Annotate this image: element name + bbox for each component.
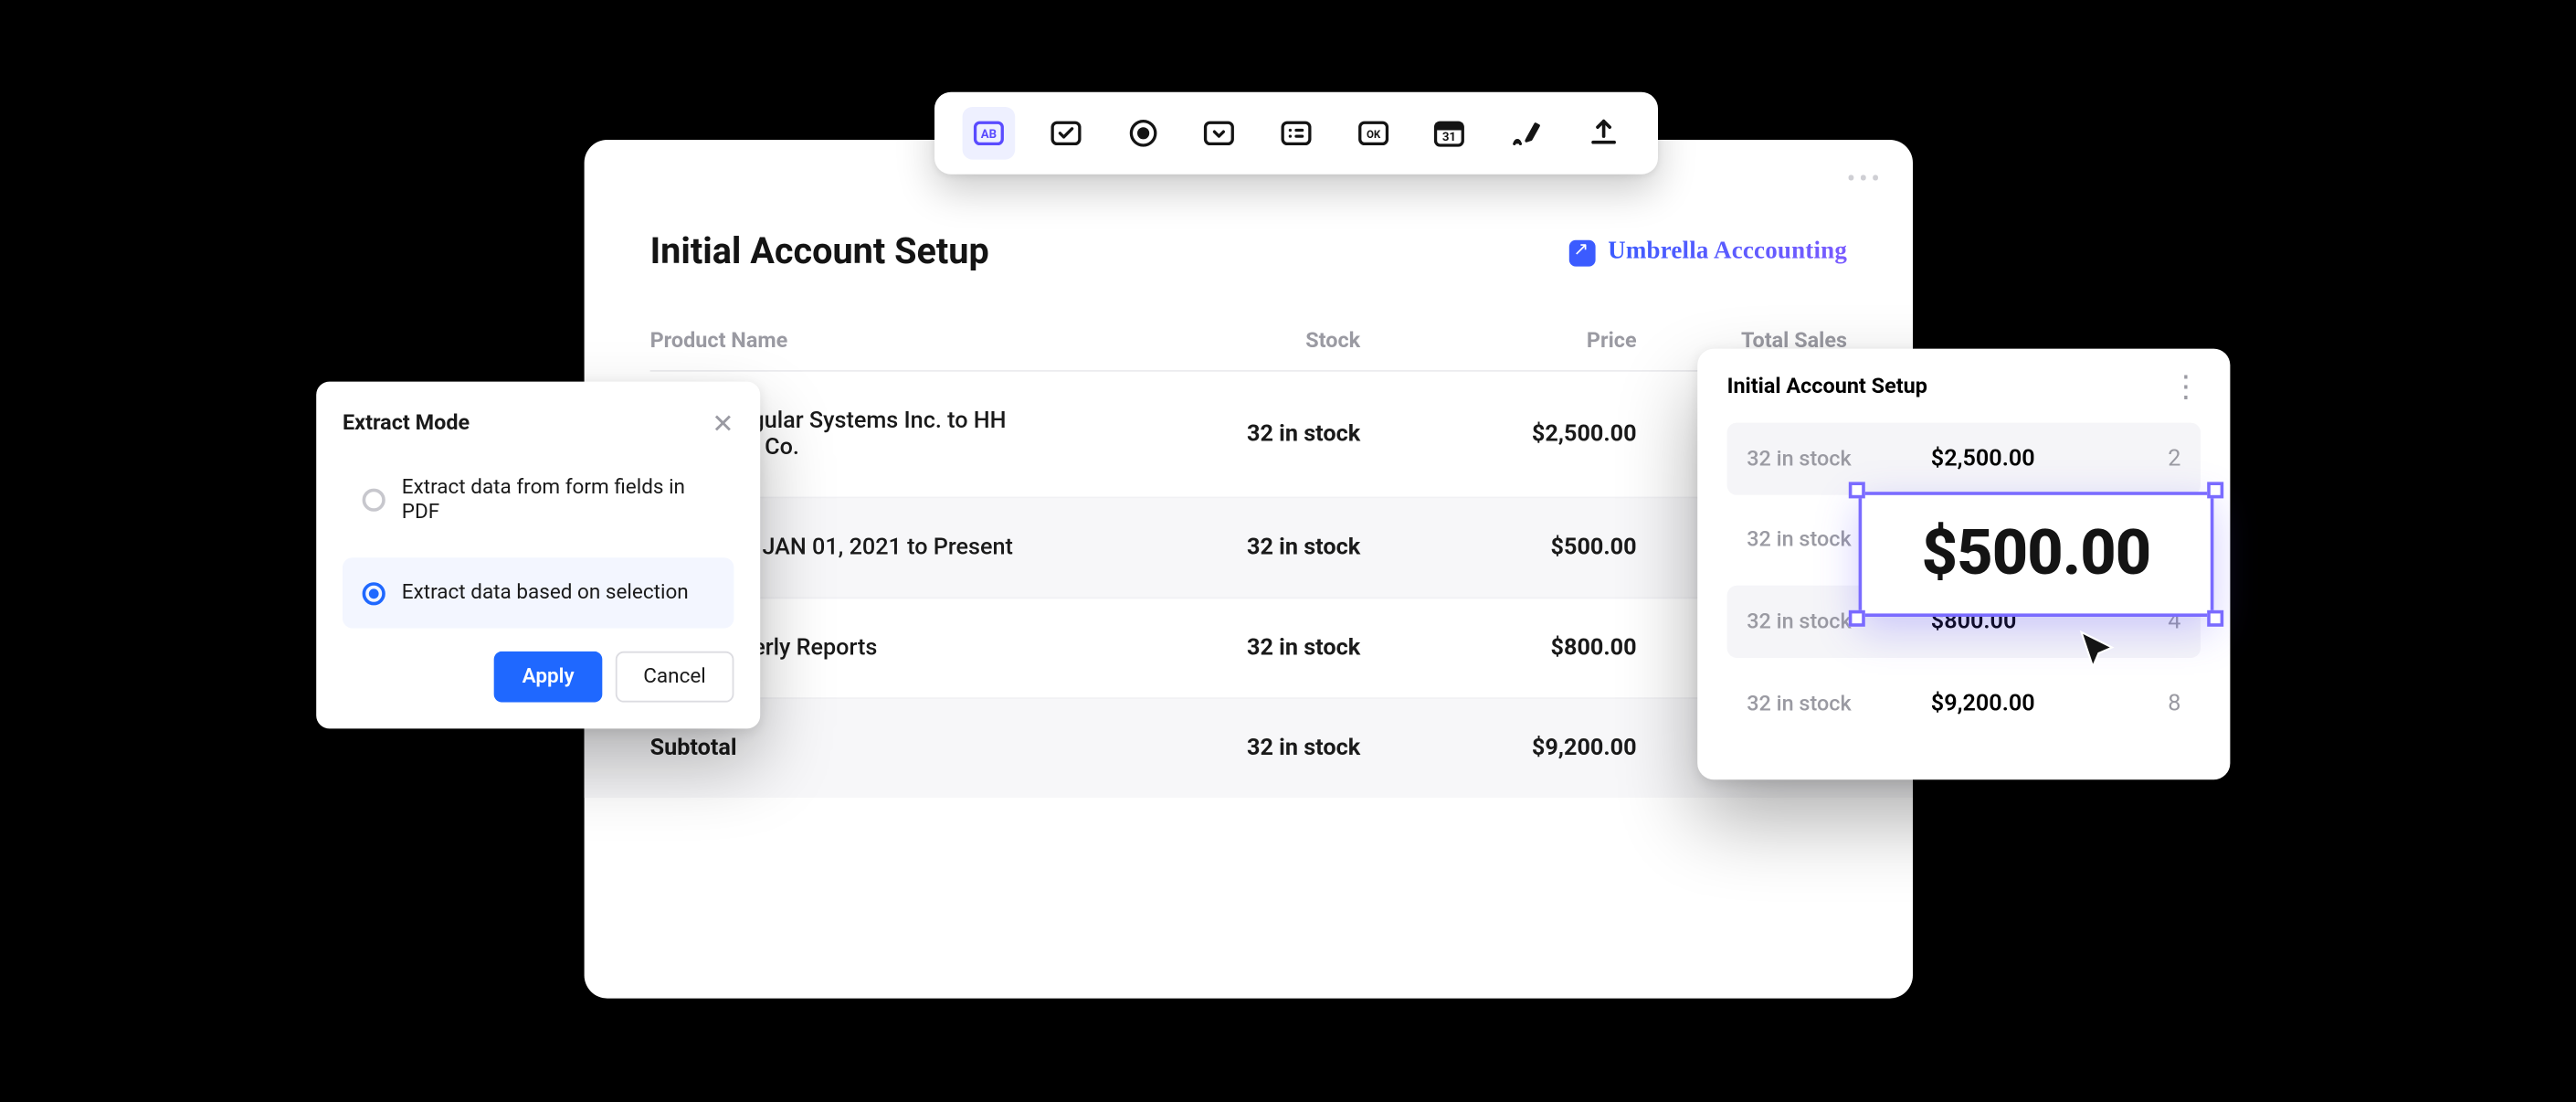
text-field-tool[interactable]: AB <box>963 107 1016 160</box>
radio-icon <box>363 581 385 604</box>
panel-title: Initial Account Setup <box>1727 375 1927 399</box>
preview-count: 4 <box>2115 609 2180 635</box>
col-stock: Stock <box>1130 329 1360 354</box>
table-row: n from Angular Systems Inc. to HH Wellin… <box>650 372 1847 499</box>
cell-stock: 32 in stock <box>1130 535 1360 561</box>
option-label: Extract data from form fields in PDF <box>402 475 714 525</box>
brand-icon <box>1568 239 1595 266</box>
option-label: Extract data based on selection <box>402 580 689 605</box>
upload-tool[interactable] <box>1577 107 1630 160</box>
button-tool[interactable]: OK <box>1346 107 1399 160</box>
subtotal-label: Subtotal <box>650 736 1117 762</box>
preview-price: $800.00 <box>1931 609 2116 635</box>
signature-tool[interactable] <box>1500 107 1553 160</box>
cell-price: $2,500.00 <box>1374 421 1637 448</box>
svg-text:AB: AB <box>981 128 997 142</box>
radio-tool[interactable] <box>1116 107 1169 160</box>
cell-stock: 32 in stock <box>1130 635 1360 662</box>
checkbox-tool[interactable] <box>1040 107 1093 160</box>
table-header: Product Name Stock Price Total Sales <box>650 329 1847 372</box>
cell-stock: 32 in stock <box>1130 736 1360 762</box>
preview-stock: 32 in stock <box>1747 609 1931 634</box>
preview-count: 8 <box>2115 691 2180 717</box>
preview-price: $9,200.00 <box>1931 691 2116 717</box>
preview-stock: 32 in stock <box>1747 447 1931 472</box>
preview-row[interactable]: 32 in stock $9,200.00 8 <box>1727 668 2201 740</box>
col-product-name: Product Name <box>650 329 1117 354</box>
col-price: Price <box>1374 329 1637 354</box>
cancel-button[interactable]: Cancel <box>616 652 734 703</box>
option-selection[interactable]: Extract data based on selection <box>343 557 734 628</box>
brand-text: Umbrella Acccounting <box>1608 238 1847 267</box>
cell-price: $500.00 <box>1374 535 1637 561</box>
dropdown-tool[interactable] <box>1193 107 1246 160</box>
option-form-fields[interactable]: Extract data from form fields in PDF <box>343 452 734 547</box>
preview-row[interactable]: 32 in stock $2,500.00 2 <box>1727 423 2201 495</box>
extract-mode-modal: Extract Mode ✕ Extract data from form fi… <box>316 382 760 729</box>
preview-row[interactable]: 32 in stock <box>1727 505 2201 576</box>
svg-text:OK: OK <box>1366 128 1380 141</box>
more-icon[interactable]: ••• <box>1847 163 1884 194</box>
document-title: Initial Account Setup <box>650 232 989 273</box>
editor-toolbar: AB OK 31 <box>934 92 1658 175</box>
brand-logo: Umbrella Acccounting <box>1568 238 1847 267</box>
radio-icon <box>363 489 385 512</box>
preview-stock: 32 in stock <box>1747 528 1931 553</box>
preview-count: 2 <box>2115 446 2180 472</box>
extract-preview-panel: Initial Account Setup ⋮ 32 in stock $2,5… <box>1697 349 2230 780</box>
table-row: n of Quarterly Reports 32 in stock $800.… <box>650 599 1847 699</box>
preview-stock: 32 in stock <box>1747 692 1931 716</box>
preview-row[interactable]: 32 in stock $800.00 4 <box>1727 586 2201 658</box>
modal-title: Extract Mode <box>343 411 470 436</box>
preview-price: $2,500.00 <box>1931 446 2116 472</box>
cell-price: $9,200.00 <box>1374 736 1637 762</box>
cell-stock: 32 in stock <box>1130 421 1360 448</box>
kebab-icon[interactable]: ⋮ <box>2171 383 2201 393</box>
cell-price: $800.00 <box>1374 635 1637 662</box>
svg-text:31: 31 <box>1442 131 1456 144</box>
date-tool[interactable]: 31 <box>1423 107 1476 160</box>
apply-button[interactable]: Apply <box>494 652 602 703</box>
close-icon[interactable]: ✕ <box>712 408 734 439</box>
list-tool[interactable] <box>1270 107 1323 160</box>
